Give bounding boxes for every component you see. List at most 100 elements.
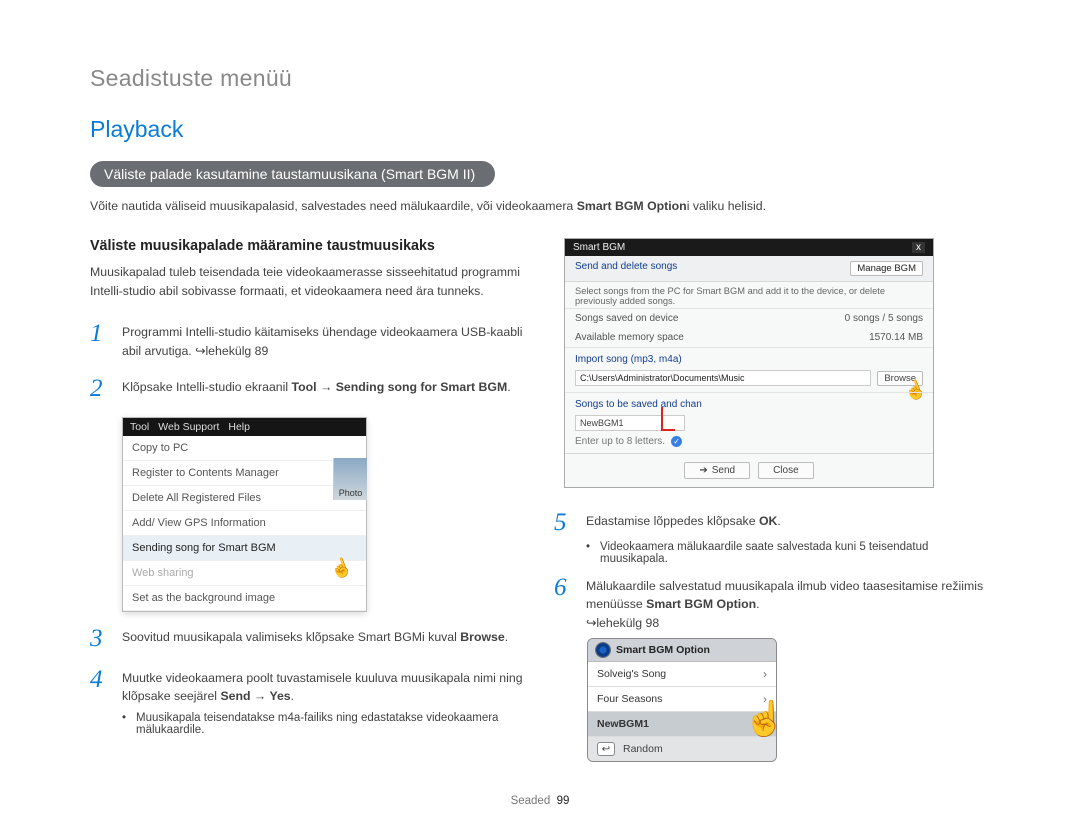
step-3: 3 Soovitud muusikapala valimiseks klõpsa… xyxy=(90,626,526,651)
browse-button[interactable]: Browse ☝ xyxy=(877,371,923,386)
annotation-line-icon xyxy=(661,407,675,431)
step-1-text: Programmi Intelli-studio käitamiseks ühe… xyxy=(122,325,523,357)
send-arrow-icon: ➔ xyxy=(699,465,707,476)
step-3-post: . xyxy=(505,630,508,644)
bullet-icon: • xyxy=(586,541,592,565)
step-5-subnote-text: Videokaamera mälukaardile saate salvesta… xyxy=(600,541,990,565)
smart-bgm-dialog-screenshot: Smart BGM x Send and delete songs Manage… xyxy=(564,238,934,488)
close-button[interactable]: Close xyxy=(758,462,814,479)
manage-bgm-button[interactable]: Manage BGM xyxy=(850,261,923,276)
memory-space-label: Available memory space xyxy=(575,332,684,343)
camcorder-menu-title: Smart BGM Option xyxy=(616,644,710,656)
dialog-titlebar: Smart BGM x xyxy=(565,239,933,256)
menu-item-register[interactable]: Register to Contents Manager xyxy=(123,461,366,486)
menu-web[interactable]: Web Support xyxy=(158,421,219,433)
step-1: 1 Programmi Intelli-studio käitamiseks ü… xyxy=(90,321,526,360)
step-5-ok: OK xyxy=(759,514,777,528)
left-column: Väliste muusikapalade määramine taustmuu… xyxy=(90,238,526,762)
songs-to-save-label: Songs to be saved and chan xyxy=(565,392,933,412)
bgm-item-label: Four Seasons xyxy=(597,693,662,705)
memory-space-value: 1570.14 MB xyxy=(869,332,923,343)
menu-item-send-bgm[interactable]: Sending song for Smart BGM xyxy=(123,536,366,561)
back-icon[interactable]: ↩ xyxy=(597,742,615,756)
menu-item-set-background[interactable]: Set as the background image xyxy=(123,586,366,611)
menu-help[interactable]: Help xyxy=(228,421,250,433)
step-2-pre: Klõpsake Intelli-studio ekraanil xyxy=(122,380,292,394)
breadcrumb-title: Seadistuste menüü xyxy=(90,65,990,92)
menu-tool[interactable]: Tool xyxy=(130,421,149,433)
dialog-close-button[interactable]: x xyxy=(912,242,925,253)
songs-saved-label: Songs saved on device xyxy=(575,313,678,324)
footer-label: Seaded xyxy=(511,795,551,807)
step-3-pre: Soovitud muusikapala valimiseks klõpsake… xyxy=(122,630,460,644)
step-2-item: Sending song for Smart BGM xyxy=(336,380,507,394)
send-delete-label: Send and delete songs xyxy=(575,261,677,276)
step-number: 1 xyxy=(90,321,110,360)
import-song-label: Import song (mp3, m4a) xyxy=(565,347,933,367)
bgm-item-random-row[interactable]: ↩ Random xyxy=(588,737,776,761)
send-button[interactable]: ➔ Send xyxy=(684,462,750,479)
page-footer: Seaded 99 xyxy=(0,795,1080,807)
bgm-item-label: Solveig's Song xyxy=(597,668,666,680)
songs-to-save-text: Songs to be saved and chan xyxy=(575,399,702,410)
lede-pre: Võite nautida väliseid muusikapalasid, s… xyxy=(90,199,577,213)
app-menubar: Tool Web Support Help xyxy=(123,418,366,436)
pointer-hand-icon: ☝ xyxy=(744,699,777,739)
step-4-arrow: → xyxy=(251,689,270,703)
step-text: Muutke videokaamera poolt tuvastamisele … xyxy=(122,667,526,706)
bullet-icon: • xyxy=(122,712,128,736)
step-4-pre: Muutke videokaamera poolt tuvastamisele … xyxy=(122,671,523,703)
sub-heading: Väliste muusikapalade määramine taustmuu… xyxy=(90,238,526,254)
step-4-post: . xyxy=(291,689,294,703)
right-column: Smart BGM x Send and delete songs Manage… xyxy=(554,238,990,762)
menu-item-gps[interactable]: Add/ View GPS Information xyxy=(123,511,366,536)
page-ref: lehekülg 89 xyxy=(205,344,268,358)
step-3-browse: Browse xyxy=(460,630,504,644)
lede-post: i valiku helisid. xyxy=(687,199,766,213)
lede-bold: Smart BGM Option xyxy=(577,199,687,213)
step-text: Mälukaardile salvestatud muusikapala ilm… xyxy=(586,575,990,632)
step-4-yes: Yes xyxy=(269,689,290,703)
tag-heading: Väliste palade kasutamine taustamuusikan… xyxy=(90,161,495,187)
intro-paragraph: Muusikapalad tuleb teisendada teie video… xyxy=(90,263,526,301)
send-button-label: Send xyxy=(712,465,735,476)
page-ref: lehekülg 98 xyxy=(596,616,659,630)
step-6: 6 Mälukaardile salvestatud muusikapala i… xyxy=(554,575,990,632)
camcorder-bgm-menu-screenshot: Smart BGM Option Solveig's Song › Four Se… xyxy=(587,638,777,762)
step-5-subnote: • Videokaamera mälukaardile saate salves… xyxy=(586,541,990,565)
step-4: 4 Muutke videokaamera poolt tuvastamisel… xyxy=(90,667,526,706)
step-2-arrow: → xyxy=(317,380,336,394)
bgm-item-solveig[interactable]: Solveig's Song › xyxy=(588,662,776,687)
step-5-post: . xyxy=(777,514,780,528)
camcorder-menu-header: Smart BGM Option xyxy=(588,639,776,662)
step-5: 5 Edastamise lõppedes klõpsake OK. xyxy=(554,510,990,535)
step-4-subnote-text: Muusikapala teisendatakse m4a-failiks ni… xyxy=(136,712,526,736)
section-heading: Playback xyxy=(90,116,990,143)
ok-check-icon: ✓ xyxy=(671,436,682,447)
arrow-icon: ↪ xyxy=(586,616,596,630)
arrow-icon: ↪ xyxy=(195,344,205,358)
dialog-title: Smart BGM xyxy=(573,242,625,253)
gear-icon xyxy=(596,643,610,657)
chevron-right-icon: › xyxy=(763,667,767,681)
step-6-option: Smart BGM Option xyxy=(646,597,756,611)
photo-sidebar-label: Photo xyxy=(333,458,367,500)
step-text: Klõpsake Intelli-studio ekraanil Tool → … xyxy=(122,376,526,401)
step-number: 3 xyxy=(90,626,110,651)
menu-item-delete[interactable]: Delete All Registered Files xyxy=(123,486,366,511)
step-2-tool: Tool xyxy=(292,380,317,394)
step-2-post: . xyxy=(507,380,510,394)
step-text: Soovitud muusikapala valimiseks klõpsake… xyxy=(122,626,526,651)
songs-saved-value: 0 songs / 5 songs xyxy=(845,313,923,324)
step-number: 2 xyxy=(90,376,110,401)
menu-item-copy[interactable]: Copy to PC xyxy=(123,436,366,461)
step-4-subnote: • Muusikapala teisendatakse m4a-failiks … xyxy=(122,712,526,736)
file-path-field[interactable]: C:\Users\Administrator\Documents\Music xyxy=(575,370,871,386)
step-4-send: Send xyxy=(220,689,250,703)
intelli-studio-menu-screenshot: Tool Web Support Help Copy to PC Registe… xyxy=(122,417,367,612)
step-text: Edastamise lõppedes klõpsake OK. xyxy=(586,510,990,535)
close-button-label: Close xyxy=(773,465,799,476)
step-text: Programmi Intelli-studio käitamiseks ühe… xyxy=(122,321,526,360)
bgm-item-label: Random xyxy=(623,743,663,755)
step-number: 6 xyxy=(554,575,574,632)
